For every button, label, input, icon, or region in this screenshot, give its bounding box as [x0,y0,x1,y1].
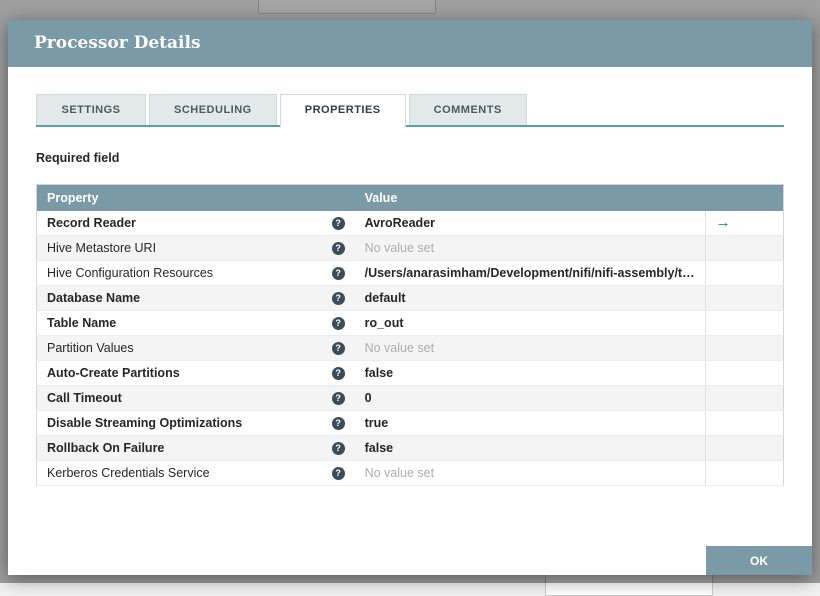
table-row: Record Reader? AvroReader → [36,211,784,236]
property-name: Hive Configuration Resources [47,266,214,280]
row-actions-cell [704,260,784,286]
help-icon[interactable]: ? [331,341,345,355]
tab-scheduling[interactable]: SCHEDULING [149,94,277,125]
property-name: Hive Metastore URI [47,241,157,255]
help-icon[interactable]: ? [331,466,345,480]
tab-bar: SETTINGS SCHEDULING PROPERTIES COMMENTS [36,94,784,127]
help-icon[interactable]: ? [331,291,345,305]
required-field-label: Required field [36,151,120,165]
help-icon[interactable]: ? [331,266,345,280]
help-icon[interactable]: ? [331,441,345,455]
table-row: Database Name? default [36,285,784,311]
table-row: Call Timeout? 0 [36,385,784,411]
property-value: default [354,285,706,311]
row-actions-cell [704,410,784,436]
row-actions-cell [704,235,784,261]
property-name: Call Timeout [47,391,122,405]
tab-comments[interactable]: COMMENTS [408,94,527,125]
ok-button[interactable]: OK [706,546,812,575]
table-row: Disable Streaming Optimizations? true [36,410,784,436]
property-value: false [354,360,706,386]
row-actions-cell [704,385,784,411]
table-header-row: Property Value [36,184,784,211]
property-name: Record Reader [47,216,136,230]
property-value: 0 [354,385,706,411]
table-row: Partition Values? No value set [36,335,784,361]
property-value: AvroReader [354,211,706,236]
dialog-title: Processor Details [8,20,812,67]
tab-properties[interactable]: PROPERTIES [279,94,406,127]
help-icon[interactable]: ? [331,391,345,405]
row-actions-cell [704,335,784,361]
property-value: No value set [354,235,706,261]
property-name: Table Name [47,316,117,330]
property-name: Disable Streaming Optimizations [47,416,243,430]
property-value: true [354,410,706,436]
table-row: Hive Metastore URI? No value set [36,235,784,261]
row-actions-cell [704,310,784,336]
property-name: Rollback On Failure [47,441,165,455]
table-row: Table Name? ro_out [36,310,784,336]
property-value: No value set [354,335,706,361]
row-actions-cell [704,360,784,386]
row-actions-cell: → [704,211,784,236]
column-header-actions [705,184,784,211]
property-name: Partition Values [47,341,134,355]
column-header-property: Property [36,184,355,211]
help-icon[interactable]: ? [331,316,345,330]
column-header-value: Value [354,184,706,211]
help-icon[interactable]: ? [331,216,345,230]
property-name: Kerberos Credentials Service [47,466,210,480]
table-row: Rollback On Failure? false [36,435,784,461]
properties-table: Property Value Record Reader? AvroReader →… [36,184,784,486]
property-value: ro_out [354,310,706,336]
help-icon[interactable]: ? [331,366,345,380]
property-value: /Users/anarasimham/Development/nifi/nifi… [354,260,706,286]
row-actions-cell [704,460,784,486]
table-row: Hive Configuration Resources? /Users/anar… [36,260,784,286]
property-name: Auto-Create Partitions [47,366,180,380]
processor-details-dialog: Processor Details SETTINGS SCHEDULING PROP… [8,20,812,575]
property-name: Database Name [47,291,141,305]
property-value: false [354,435,706,461]
property-value: No value set [354,460,706,486]
row-actions-cell [704,435,784,461]
row-actions-cell [704,285,784,311]
tab-settings[interactable]: SETTINGS [36,94,146,125]
help-icon[interactable]: ? [331,416,345,430]
help-icon[interactable]: ? [331,241,345,255]
table-row: Kerberos Credentials Service? No value se… [36,460,784,486]
table-row: Auto-Create Partitions? false [36,360,784,386]
go-to-service-icon[interactable]: → [716,214,731,231]
